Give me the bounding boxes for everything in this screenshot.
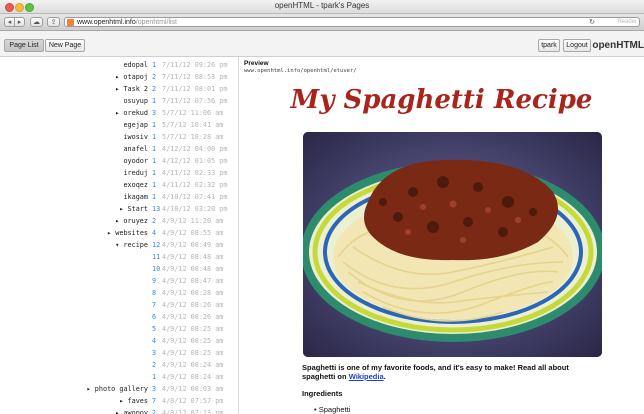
url-text: www.openhtml.info/openhtml/list (77, 18, 177, 27)
brand-logo: openHTML (592, 40, 644, 51)
browser-toolbar: ◂ ▸ ☁ ⇪ www.openhtml.info/openhtml/list … (0, 14, 644, 31)
preview-pane: Preview www.openhtml.info/openhtml/etuve… (239, 57, 644, 414)
recipe-intro: Spaghetti is one of my favorite foods, a… (302, 363, 602, 381)
address-bar[interactable]: www.openhtml.info/openhtml/list ↻ Reader (64, 17, 640, 27)
spaghetti-plate-image (303, 132, 602, 357)
spaghetti-photo (303, 132, 602, 357)
page-name[interactable]: ▸ awopoy (115, 407, 148, 414)
intro-suffix: . (383, 372, 386, 381)
share-icon[interactable]: ⇪ (47, 17, 60, 27)
window-title: openHTML - tpark's Pages (274, 1, 370, 10)
page-list-button[interactable]: Page List (4, 39, 44, 52)
page-date: 4/8/12 07:13 pm (162, 409, 224, 414)
new-page-button[interactable]: New Page (45, 39, 85, 52)
page-list-row[interactable]: ▸ awopoy 2 4/8/12 07:13 pm (0, 407, 238, 414)
app-header: Page List New Page tpark Logout openHTML (0, 31, 644, 57)
ingredient-item: • Spaghetti (314, 405, 351, 414)
ingredients-heading: Ingredients (302, 389, 343, 398)
window-titlebar: openHTML - tpark's Pages (0, 0, 644, 14)
cloud-icon[interactable]: ☁ (30, 17, 43, 27)
preview-url[interactable]: www.openhtml.info/openhtml/etuver/ (244, 68, 357, 74)
site-favicon-icon (67, 19, 74, 26)
user-button[interactable]: tpark (538, 39, 560, 52)
recipe-title: My Spaghetti Recipe (290, 85, 593, 115)
intro-text: Spaghetti is one of my favorite foods, a… (302, 363, 569, 381)
page-list: edopal 1 7/11/12 09:26 pm ▸ otapoj 2 7/11/12 … (0, 57, 239, 414)
forward-arrow-icon[interactable]: ▸ (14, 17, 25, 27)
page-version-count[interactable]: 2 (152, 407, 162, 414)
reload-icon[interactable]: ↻ (589, 18, 595, 27)
reader-button[interactable]: Reader (617, 18, 637, 27)
url-path: /openhtml/list (135, 19, 178, 26)
wikipedia-link[interactable]: Wikipedia (349, 372, 384, 381)
ingredient-label: Spaghetti (318, 405, 351, 414)
url-host: www.openhtml.info (77, 19, 136, 26)
logout-button[interactable]: Logout (563, 39, 591, 52)
preview-label: Preview (244, 60, 269, 67)
